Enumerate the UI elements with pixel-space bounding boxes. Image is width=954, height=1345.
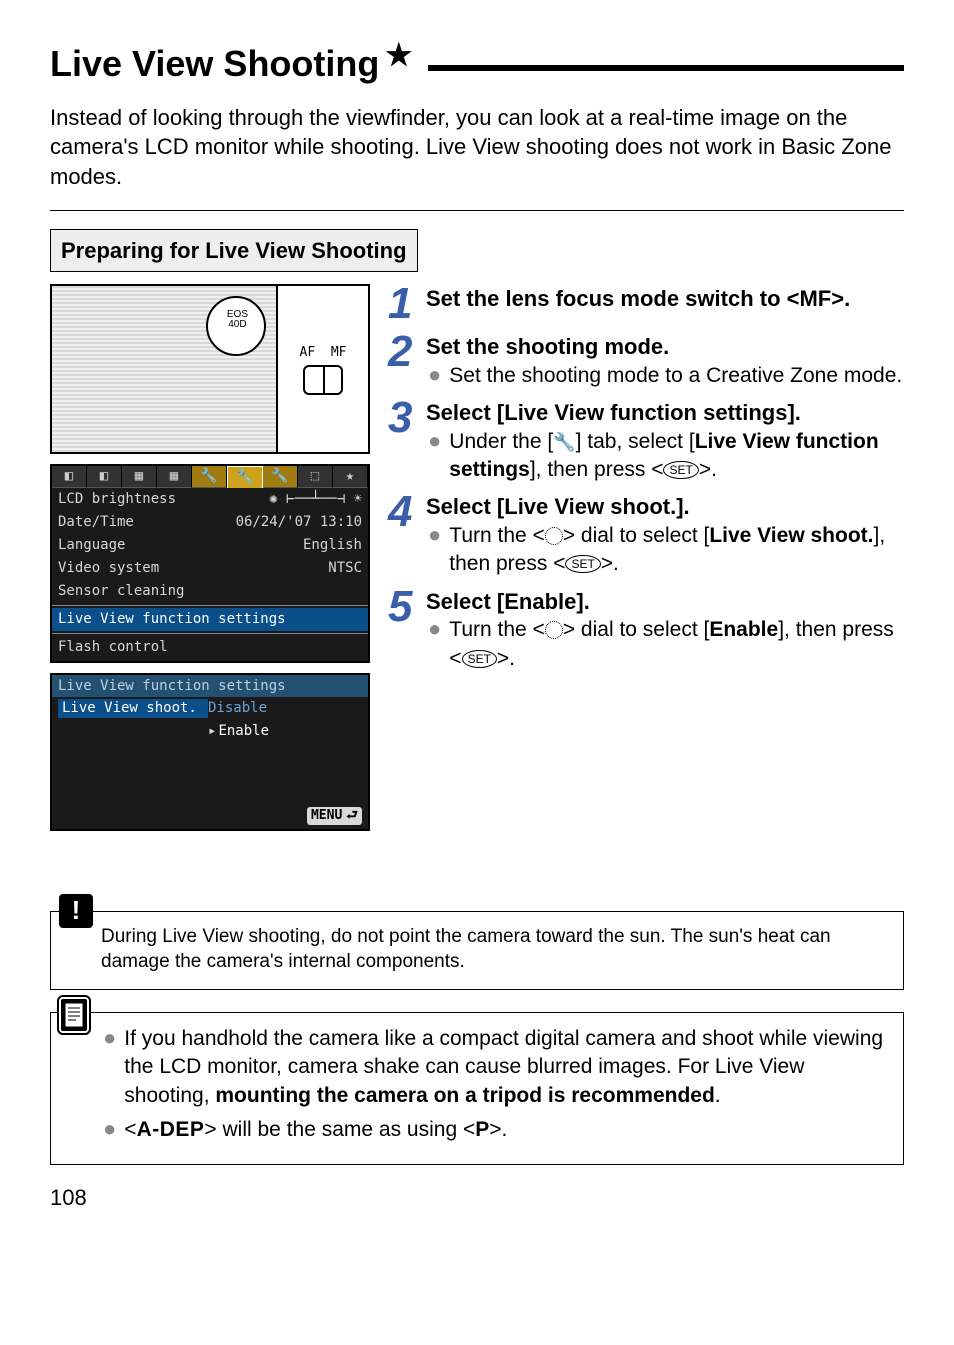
lcd1-rows: LCD brightness✺ ⊢──┴──⊣ ☀Date/Time06/24/… [52,488,368,658]
tab-tool1-icon: 🔧 [192,466,227,488]
bullet-icon: ● [428,522,441,579]
bullet-icon: ● [103,1116,116,1144]
note-bullet-2: ● <A-DEP> will be the same as using <P>. [101,1116,889,1144]
step-body: Set the shooting mode.● Set the shooting … [426,332,902,390]
menu-back-button: MENU ⮐ [307,807,362,825]
tab-star-icon: ★ [333,466,368,488]
menu-row: Sensor cleaning [52,580,368,603]
focus-switch-panel: AF MF [278,286,368,452]
bullet-icon: ● [428,428,441,485]
option-disable: Disable [208,699,267,718]
left-column: EOS40D AF MF ◧ ◧ ▦ ▦ 🔧 🔧 🔧 ⬚ ★ [50,284,370,840]
warning-text: During Live View shooting, do not point … [101,926,831,973]
dialog-title: Live View function settings [52,675,368,698]
dialog-option-row: Live View shoot. Disable [52,697,368,720]
title-rule [428,65,904,71]
step-title: Select [Live View function settings]. [426,398,904,428]
step: 2Set the shooting mode.●Set the shooting… [388,332,904,390]
bullet-icon: ● [428,616,441,673]
note-2-text: <A-DEP> will be the same as using <P>. [124,1116,507,1144]
tab-tool3-icon: 🔧 [263,466,298,488]
notes-box: ● If you handhold the camera like a comp… [50,1012,904,1165]
step-number: 2 [388,332,416,390]
bullet-text: Turn the <> dial to select [Enable], the… [449,616,904,673]
menu-row: Flash control [52,636,368,659]
step-title: Set the lens focus mode switch to <MF>. [426,284,850,314]
dialog-label: Live View shoot. [58,699,208,718]
tab-row: ◧ ◧ ▦ ▦ 🔧 🔧 🔧 ⬚ ★ [52,466,368,488]
page-title-row: Live View Shooting ★ [50,40,904,89]
note-bullet-1: ● If you handhold the camera like a comp… [101,1025,889,1110]
step-bullet: ●Under the [🔧] tab, select [Live View fu… [426,428,904,485]
bullet-icon: ● [103,1025,116,1110]
dialog-footer: MENU ⮐ [52,803,368,827]
step-number: 5 [388,587,416,673]
section-heading: Preparing for Live View Shooting [50,229,418,273]
menu-row: Video systemNTSC [52,557,368,580]
page-number: 108 [50,1183,904,1213]
bullet-icon: ● [428,362,441,390]
step-body: Select [Live View shoot.].●Turn the <> d… [426,492,904,578]
tab-play1-icon: ▦ [122,466,157,488]
intro-text: Instead of looking through the viewfinde… [50,103,904,211]
tab-cam2-icon: ◧ [87,466,122,488]
step: 3Select [Live View function settings].●U… [388,398,904,484]
step-number: 4 [388,492,416,578]
bullet-text: Under the [🔧] tab, select [Live View fun… [449,428,904,485]
note-1-text: If you handhold the camera like a compac… [124,1025,889,1110]
camera-body: EOS40D [52,286,278,452]
return-icon: ⮐ [346,807,358,825]
tab-tool2-icon: 🔧 [227,466,263,488]
step-body: Select [Enable].●Turn the <> dial to sel… [426,587,904,673]
tab-play2-icon: ▦ [157,466,192,488]
lcd-menu-settings: ◧ ◧ ▦ ▦ 🔧 🔧 🔧 ⬚ ★ LCD brightness✺ ⊢──┴──… [50,464,370,662]
step-title: Set the shooting mode. [426,332,902,362]
bullet-text: Set the shooting mode to a Creative Zone… [449,362,902,390]
menu-row: Live View function settings [52,608,368,631]
step-title: Select [Enable]. [426,587,904,617]
tab-cf-icon: ⬚ [298,466,333,488]
body-row: EOS40D AF MF ◧ ◧ ▦ ▦ 🔧 🔧 🔧 ⬚ ★ [50,284,904,840]
focus-switch-icon [303,365,343,395]
step-title: Select [Live View shoot.]. [426,492,904,522]
camera-illustration: EOS40D AF MF [50,284,370,454]
step: 5Select [Enable].●Turn the <> dial to se… [388,587,904,673]
warning-box: ! During Live View shooting, do not poin… [50,911,904,990]
notes-icon [59,997,89,1033]
step-bullet: ●Turn the <> dial to select [Live View s… [426,522,904,579]
tab-cam1-icon: ◧ [52,466,87,488]
caret-icon: ▸ [208,723,216,739]
menu-row: Date/Time06/24/'07 13:10 [52,511,368,534]
lcd-liveview-dialog: Live View function settings Live View sh… [50,673,370,831]
step: 1 Set the lens focus mode switch to <MF>. [388,284,904,324]
step-number: 1 [388,284,416,324]
menu-row: LanguageEnglish [52,534,368,557]
step-bullet: ● Set the shooting mode to a Creative Zon… [426,362,902,390]
step-bullet: ●Turn the <> dial to select [Enable], th… [426,616,904,673]
page-title: Live View Shooting [50,40,379,89]
step-body: Select [Live View function settings].●Un… [426,398,904,484]
option-enable: ▸Enable [208,722,269,741]
star-icon: ★ [385,36,412,77]
eos-badge: EOS40D [227,310,248,330]
menu-row: LCD brightness✺ ⊢──┴──⊣ ☀ [52,488,368,511]
af-mf-label: AF MF [300,344,347,362]
step-number: 3 [388,398,416,484]
warning-icon: ! [59,894,93,928]
steps-column: 1 Set the lens focus mode switch to <MF>.… [388,284,904,840]
step-body: Set the lens focus mode switch to <MF>. [426,284,850,324]
step: 4Select [Live View shoot.].●Turn the <> … [388,492,904,578]
bullet-text: Turn the <> dial to select [Live View sh… [449,522,904,579]
dialog-option-enable-row: ▸Enable [52,720,368,743]
